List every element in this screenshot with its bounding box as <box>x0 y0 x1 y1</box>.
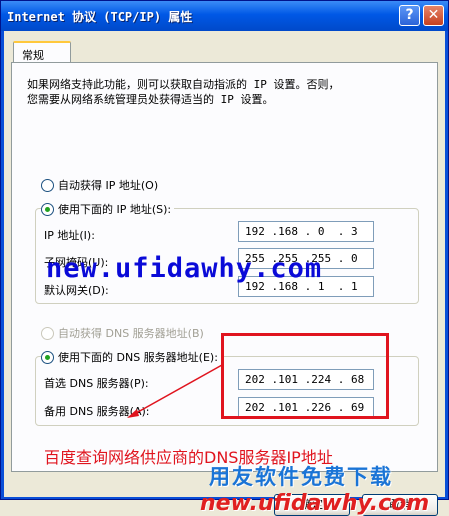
watermark-site-2: new.ufidawhy.com <box>200 491 430 516</box>
window-title: Internet 协议 (TCP/IP) 属性 <box>7 10 193 24</box>
watermark-cn: 用友软件免费下载 <box>209 465 393 489</box>
watermark-site: new.ufidawhy.com <box>46 253 323 284</box>
title-bar[interactable]: Internet 协议 (TCP/IP) 属性 ? ✕ <box>1 1 448 31</box>
close-button[interactable]: ✕ <box>423 5 444 26</box>
tcpip-properties-window: Internet 协议 (TCP/IP) 属性 ? ✕ 常规 如果网络支持此功能… <box>0 0 449 516</box>
help-button[interactable]: ? <box>399 5 420 26</box>
dialog-body: 常规 如果网络支持此功能，则可以获取自动指派的 IP 设置。否则， 您需要从网络… <box>4 31 445 516</box>
